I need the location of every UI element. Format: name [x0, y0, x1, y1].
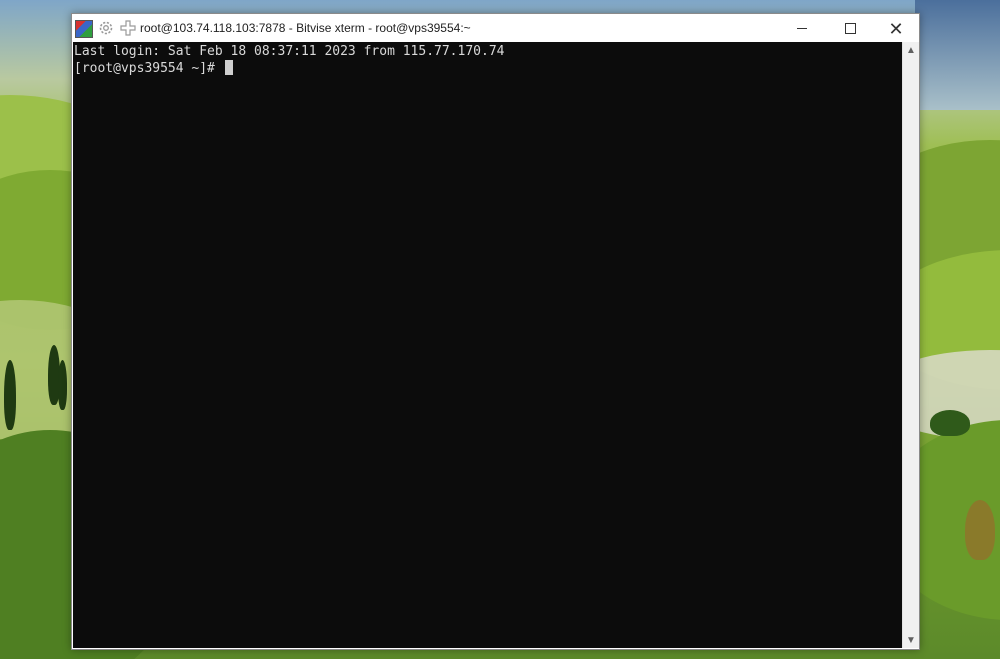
close-icon: ✕: [888, 18, 904, 39]
close-button[interactable]: ✕: [873, 14, 919, 43]
scroll-up-button[interactable]: ▲: [903, 42, 919, 58]
vertical-scrollbar[interactable]: ▲ ▼: [902, 42, 919, 648]
bitvise-app-icon[interactable]: [75, 20, 93, 38]
terminal-line-prompt: [root@vps39554 ~]#: [74, 60, 233, 77]
gear-icon-glyph: [99, 21, 113, 35]
plus-icon[interactable]: [117, 17, 139, 39]
wallpaper-tree: [930, 410, 970, 436]
bitvise-xterm-window[interactable]: root@103.74.118.103:7878 - Bitvise xterm…: [71, 13, 920, 650]
minimize-button[interactable]: [779, 14, 825, 43]
maximize-icon: [844, 23, 856, 34]
wallpaper-tree: [58, 360, 67, 410]
terminal-prompt: [root@vps39554 ~]#: [74, 61, 223, 76]
plus-icon-glyph: [120, 20, 136, 36]
terminal-cursor: [224, 60, 233, 75]
gear-icon[interactable]: [95, 17, 117, 39]
window-title: root@103.74.118.103:7878 - Bitvise xterm…: [140, 21, 471, 35]
maximize-button[interactable]: [827, 14, 873, 43]
minimize-icon: [797, 28, 807, 29]
window-titlebar[interactable]: root@103.74.118.103:7878 - Bitvise xterm…: [72, 14, 919, 43]
wallpaper-tree: [965, 500, 995, 560]
scroll-down-button[interactable]: ▼: [903, 632, 919, 648]
wallpaper-sky: [915, 0, 1000, 110]
terminal-area[interactable]: Last login: Sat Feb 18 08:37:11 2023 fro…: [73, 42, 902, 648]
terminal-line-login: Last login: Sat Feb 18 08:37:11 2023 fro…: [74, 44, 505, 59]
wallpaper-tree: [4, 360, 16, 430]
